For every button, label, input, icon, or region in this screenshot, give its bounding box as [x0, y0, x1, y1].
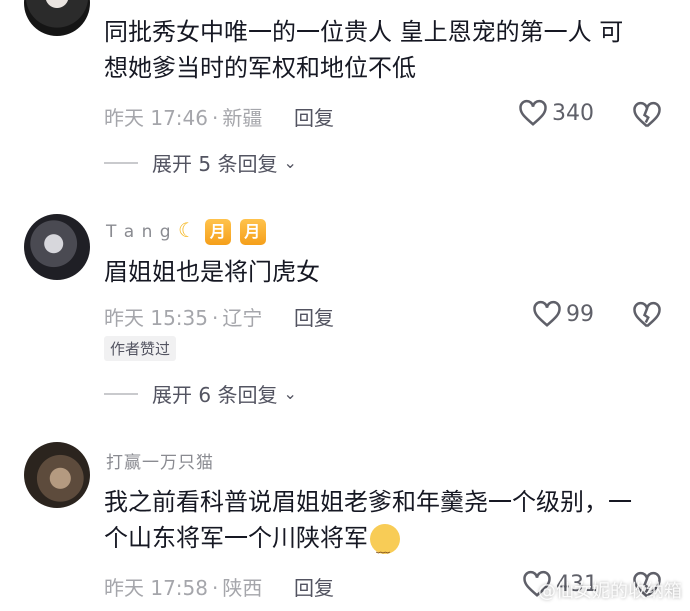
divider-line [104, 392, 138, 395]
comment-text-line: 个山东将军一个川陕将军 [104, 520, 660, 566]
level-badge: 月 [205, 219, 232, 245]
chevron-down-icon: ⌄ [283, 384, 297, 403]
broken-heart-icon[interactable] [632, 101, 662, 129]
comment-text-line: 眉姐姐也是将门虎女 [104, 258, 320, 286]
username[interactable]: 打赢一万只猫 [106, 448, 214, 473]
divider-line [104, 161, 138, 164]
avatar[interactable] [24, 0, 90, 36]
like-count: 340 [552, 100, 594, 126]
worried-face-emoji-icon [370, 524, 400, 566]
expand-replies-label: 展开 6 条回复 [152, 383, 278, 407]
comment-time: 昨天 17:46 [104, 106, 208, 130]
comment-time: 昨天 15:35 [104, 306, 208, 330]
like-button[interactable]: 340 [518, 99, 594, 127]
comment-location: 辽宁 [222, 306, 263, 330]
comment-meta: 昨天 15:35 · 辽宁 [104, 306, 263, 330]
reply-button[interactable]: 回复 [294, 572, 334, 601]
comment-text: 眉姐姐也是将门虎女 [104, 254, 660, 290]
comment-meta: 昨天 17:58 · 陕西 [104, 576, 263, 600]
expand-replies-button[interactable]: 展开 6 条回复 ⌄ [104, 379, 297, 408]
watermark: @仙女妮的收纳箱 [538, 581, 682, 602]
avatar[interactable] [24, 214, 90, 280]
like-button[interactable]: 99 [532, 300, 594, 328]
comment-location: 新疆 [222, 106, 263, 130]
comment-text-line: 想她爹当时的军权和地位不低 [104, 54, 416, 82]
comment-location: 陕西 [222, 576, 263, 600]
crescent-moon-icon: ☾ [178, 218, 197, 242]
comment-time: 昨天 17:58 [104, 576, 208, 600]
expand-replies-label: 展开 5 条回复 [152, 152, 278, 176]
broken-heart-icon[interactable] [632, 301, 662, 329]
avatar[interactable] [24, 442, 90, 508]
author-liked-badge: 作者赞过 [104, 336, 177, 361]
level-badge: 月 [239, 219, 266, 245]
comment-text: 我之前看科普说眉姐姐老爹和年羹尧一个级别，一 个山东将军一个川陕将军 [104, 484, 660, 566]
like-count: 99 [566, 301, 594, 327]
reply-button[interactable]: 回复 [294, 102, 334, 131]
heart-outline-icon [519, 99, 547, 126]
comment-text: 同批秀女中唯一的一位贵人 皇上恩宠的第一人 可 想她爹当时的军权和地位不低 [104, 14, 660, 86]
username[interactable]: T a n g ☾ 月 月 [106, 218, 266, 245]
username-text: T a n g [106, 222, 172, 242]
heart-outline-icon [533, 300, 561, 327]
comment-text-fragment: 个山东将军一个川陕将军 [104, 524, 368, 552]
reply-button[interactable]: 回复 [294, 302, 334, 331]
comment-meta: 昨天 17:46 · 新疆 [104, 106, 263, 130]
chevron-down-icon: ⌄ [283, 153, 297, 172]
comment-text-line: 我之前看科普说眉姐姐老爹和年羹尧一个级别，一 [104, 488, 632, 516]
comment-text-line: 同批秀女中唯一的一位贵人 皇上恩宠的第一人 可 [104, 18, 624, 46]
expand-replies-button[interactable]: 展开 5 条回复 ⌄ [104, 148, 297, 177]
